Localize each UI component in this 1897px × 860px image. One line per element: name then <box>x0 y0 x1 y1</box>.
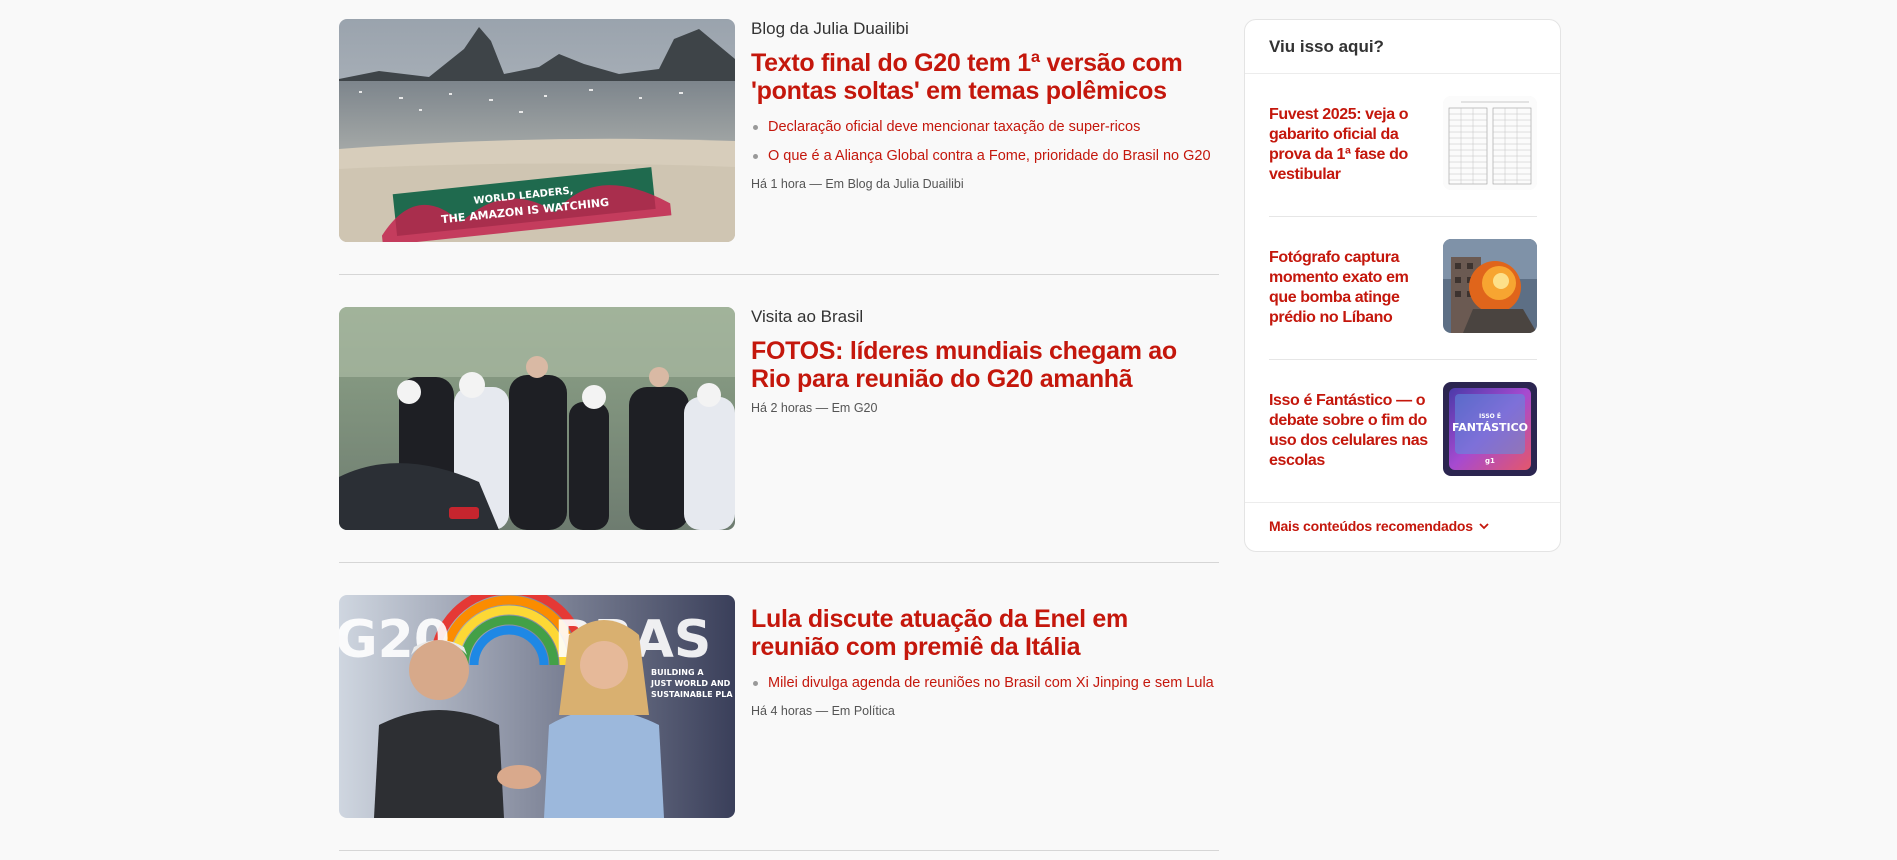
recommended-item-title[interactable]: Fuvest 2025: veja o gabarito oficial da … <box>1269 105 1429 185</box>
show-title: FANTÁSTICO <box>1452 421 1528 434</box>
feed-item-meta: Há 2 horas — Em G20 <box>751 401 878 415</box>
sidebar-divider <box>1269 216 1537 217</box>
feed-item-image[interactable]: WORLD LEADERS, THE AMAZON IS WATCHING <box>339 19 735 242</box>
recommended-item[interactable]: Fuvest 2025: veja o gabarito oficial da … <box>1269 96 1537 206</box>
tagline-2: JUST WORLD AND <box>650 679 731 688</box>
feed-item-kicker[interactable]: Blog da Julia Duailibi <box>751 19 1219 39</box>
sidebar-divider <box>1269 359 1537 360</box>
chevron-down-icon <box>1479 519 1489 533</box>
related-links: Milei divulga agenda de reuniões no Bras… <box>751 674 1219 692</box>
feed-item-image[interactable] <box>339 307 735 530</box>
recommended-sidebar: Viu isso aqui? Fuvest 2025: veja o gabar… <box>1244 19 1561 552</box>
more-recommended-label: Mais conteúdos recomendados <box>1269 518 1473 534</box>
related-link[interactable]: O que é a Aliança Global contra a Fome, … <box>751 147 1219 165</box>
more-recommended-button[interactable]: Mais conteúdos recomendados <box>1269 518 1489 534</box>
feed-item-title[interactable]: FOTOS: líderes mundiais chegam ao Rio pa… <box>751 337 1219 393</box>
recommended-item-image[interactable]: ISSO É FANTÁSTICO g1 <box>1443 382 1537 476</box>
feed-item-title[interactable]: Texto final do G20 tem 1ª versão com 'po… <box>751 49 1219 105</box>
recommended-item[interactable]: Isso é Fantástico — o debate sobre o fim… <box>1269 382 1537 492</box>
feed-item-meta: Há 1 hora — Em Blog da Julia Duailibi <box>751 177 964 191</box>
feed-divider <box>339 562 1219 563</box>
related-links: Declaração oficial deve mencionar taxaçã… <box>751 118 1219 165</box>
tagline-1: BUILDING A <box>651 668 704 677</box>
sidebar-divider <box>1245 502 1560 503</box>
feed-divider <box>339 274 1219 275</box>
feed-item-image[interactable]: G20 BRAS BUILDING A JUST WORLD AND SUSTA… <box>339 595 735 818</box>
related-link[interactable]: Milei divulga agenda de reuniões no Bras… <box>751 674 1219 692</box>
tagline-3: SUSTAINABLE PLA <box>651 690 733 699</box>
g1-logo: g1 <box>1485 457 1495 465</box>
sidebar-title: Viu isso aqui? <box>1269 37 1384 56</box>
recommended-item-image[interactable] <box>1443 239 1537 333</box>
feed-item-meta: Há 4 horas — Em Política <box>751 704 895 718</box>
recommended-item-title[interactable]: Isso é Fantástico — o debate sobre o fim… <box>1269 391 1429 471</box>
recommended-item-title[interactable]: Fotógrafo captura momento exato em que b… <box>1269 248 1429 328</box>
feed-item-title[interactable]: Lula discute atuação da Enel em reunião … <box>751 605 1219 661</box>
recommended-item[interactable]: Fotógrafo captura momento exato em que b… <box>1269 239 1537 349</box>
feed-divider <box>339 850 1219 851</box>
feed-item-kicker[interactable]: Visita ao Brasil <box>751 307 1219 327</box>
show-tagline: ISSO É <box>1479 412 1501 420</box>
sidebar-divider <box>1245 73 1560 74</box>
related-link[interactable]: Declaração oficial deve mencionar taxaçã… <box>751 118 1219 136</box>
recommended-item-image[interactable] <box>1443 96 1537 190</box>
